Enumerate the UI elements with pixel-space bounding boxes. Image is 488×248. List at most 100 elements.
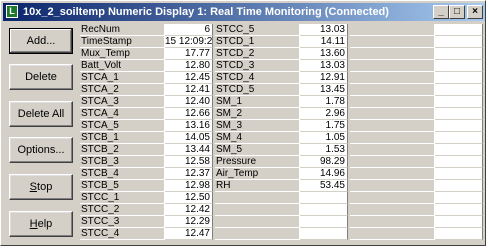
field-value: 12.41 [165,84,213,96]
field-value: 53.45 [300,180,348,192]
grid-row[interactable]: STCA_2 12.41 [80,84,213,96]
grid-row[interactable] [350,36,483,48]
grid-row[interactable]: RecNum 6 [80,24,213,36]
grid-row[interactable]: TimeStamp 15 12:09:25 [80,36,213,48]
grid-row[interactable]: STCC_3 12.29 [80,216,213,228]
grid-row[interactable]: STCC_5 13.03 [215,24,348,36]
field-label: SM_2 [215,108,300,120]
grid-row[interactable] [350,144,483,156]
field-value: 1.78 [300,96,348,108]
grid-row[interactable] [350,108,483,120]
grid-row[interactable]: Pressure 98.29 [215,156,348,168]
field-label: STCC_1 [80,192,165,204]
grid-row[interactable]: RH 53.45 [215,180,348,192]
field-value [435,156,483,168]
options-button[interactable]: Options... [9,137,73,163]
grid-row[interactable]: STCB_5 12.98 [80,180,213,192]
grid-row[interactable]: STCC_2 12.42 [80,204,213,216]
grid-row[interactable] [215,216,348,228]
field-label: TimeStamp [80,36,165,48]
grid-row[interactable] [350,120,483,132]
close-button[interactable]: × [467,5,483,19]
grid-row[interactable] [350,132,483,144]
delete-button[interactable]: Delete [9,64,73,90]
field-value: 12.37 [165,168,213,180]
field-label [350,180,435,192]
field-label: Air_Temp [215,168,300,180]
grid-row[interactable]: SM_3 1.75 [215,120,348,132]
field-label [350,228,435,240]
grid-row[interactable] [350,216,483,228]
grid-row[interactable] [350,72,483,84]
grid-row[interactable]: STCB_1 14.05 [80,132,213,144]
grid-row[interactable]: STCA_4 12.66 [80,108,213,120]
grid-row[interactable]: STCC_4 12.47 [80,228,213,240]
grid-row[interactable]: SM_5 1.53 [215,144,348,156]
help-label: elp [37,218,53,230]
field-label [350,60,435,72]
grid-row[interactable]: STCB_4 12.37 [80,168,213,180]
field-value [435,60,483,72]
grid-row[interactable] [215,192,348,204]
field-value: 1.53 [300,144,348,156]
grid-row[interactable]: STCD_3 13.03 [215,60,348,72]
field-label: STCB_1 [80,132,165,144]
grid-row[interactable] [350,156,483,168]
grid-row[interactable]: STCA_3 12.40 [80,96,213,108]
grid-row[interactable] [215,204,348,216]
grid-row[interactable]: STCA_5 13.16 [80,120,213,132]
grid-row[interactable] [350,84,483,96]
field-value: 1.05 [300,132,348,144]
grid-row[interactable]: Batt_Volt 12.80 [80,60,213,72]
grid-row[interactable] [350,204,483,216]
field-label [350,108,435,120]
field-value: 14.05 [165,132,213,144]
grid-row[interactable] [215,228,348,240]
grid-row[interactable]: STCD_2 13.60 [215,48,348,60]
delete-all-button[interactable]: Delete All [9,101,73,127]
grid-row[interactable]: STCB_3 12.58 [80,156,213,168]
field-label: STCB_3 [80,156,165,168]
grid-row[interactable]: STCD_5 13.45 [215,84,348,96]
maximize-button[interactable]: □ [449,5,465,19]
field-label [350,204,435,216]
field-value: 12.47 [165,228,213,240]
minimize-button[interactable]: _ [433,5,449,19]
grid-row[interactable] [350,48,483,60]
grid-row[interactable]: STCB_2 13.44 [80,144,213,156]
grid-row[interactable]: Mux_Temp 17.77 [80,48,213,60]
field-value [300,228,348,240]
field-label: STCD_4 [215,72,300,84]
field-value [435,204,483,216]
app-icon: L [6,5,18,18]
numeric-display-window: L 10x_2_soiltemp Numeric Display 1: Real… [0,0,486,246]
field-label: STCB_2 [80,144,165,156]
grid-row[interactable]: STCA_1 12.45 [80,72,213,84]
field-value [435,144,483,156]
grid-row[interactable] [350,60,483,72]
title-bar[interactable]: L 10x_2_soiltemp Numeric Display 1: Real… [3,3,485,21]
field-value [435,48,483,60]
grid-row[interactable]: SM_4 1.05 [215,132,348,144]
grid-row[interactable]: STCC_1 12.50 [80,192,213,204]
grid-row[interactable] [350,168,483,180]
field-label [350,36,435,48]
grid-row[interactable]: SM_2 2.96 [215,108,348,120]
field-label: STCA_2 [80,84,165,96]
grid-row[interactable] [350,228,483,240]
add-button[interactable]: Add... [9,28,73,54]
grid-row[interactable] [350,96,483,108]
grid-row[interactable]: STCD_4 12.91 [215,72,348,84]
field-label [215,192,300,204]
grid-row[interactable] [350,192,483,204]
stop-button[interactable]: Stop [9,174,73,200]
field-value: 12.40 [165,96,213,108]
grid-row[interactable] [350,24,483,36]
grid-row[interactable]: STCD_1 14.11 [215,36,348,48]
field-label [215,216,300,228]
field-label [350,144,435,156]
grid-row[interactable]: SM_1 1.78 [215,96,348,108]
help-button[interactable]: Help [9,211,73,237]
grid-row[interactable]: Air_Temp 14.96 [215,168,348,180]
grid-row[interactable] [350,180,483,192]
